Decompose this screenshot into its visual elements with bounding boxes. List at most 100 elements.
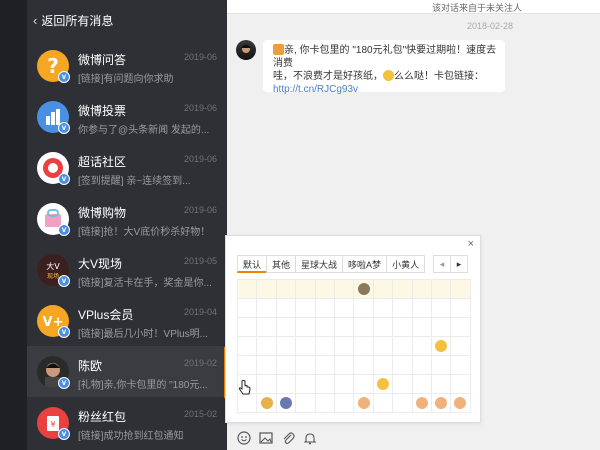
- emoji-cell[interactable]: [257, 318, 277, 337]
- emoji-cell[interactable]: [334, 318, 355, 337]
- sender-avatar[interactable]: [236, 40, 256, 60]
- emoji-cell[interactable]: [393, 394, 413, 413]
- emoji-cell[interactable]: [373, 394, 394, 413]
- emoji-cell[interactable]: [451, 375, 471, 394]
- emoji-cell[interactable]: [315, 356, 335, 375]
- emoji-cell[interactable]: [276, 375, 297, 394]
- tab-default[interactable]: 默认: [237, 255, 268, 273]
- emoji-cell[interactable]: [431, 356, 452, 375]
- list-item[interactable]: v 微博投票 2019-06 你参与了@头条新闻 发起的...: [27, 91, 227, 142]
- emoji-cell[interactable]: [393, 280, 413, 299]
- emoji-cell[interactable]: [393, 375, 413, 394]
- emoji-cell[interactable]: [451, 337, 471, 356]
- emoji-cell[interactable]: [393, 356, 413, 375]
- card-link[interactable]: http://t.cn/RJCg93v: [273, 84, 358, 95]
- emoji-cell[interactable]: [393, 337, 413, 356]
- next-page-button[interactable]: ▸: [450, 255, 468, 273]
- emoji-cell[interactable]: [354, 299, 374, 318]
- emoji-cell[interactable]: [412, 337, 432, 356]
- tab-star-wars[interactable]: 星球大战: [295, 255, 344, 273]
- emoji-cell[interactable]: [315, 280, 335, 299]
- emoji-cell[interactable]: [257, 356, 277, 375]
- emoji-cell[interactable]: [393, 299, 413, 318]
- emoji-cell[interactable]: [257, 375, 277, 394]
- emoji-cell[interactable]: [431, 280, 452, 299]
- emoji-cell[interactable]: [412, 280, 432, 299]
- emoji-cell[interactable]: [238, 318, 258, 337]
- emoji-cell[interactable]: [354, 356, 374, 375]
- tab-other[interactable]: 其他: [266, 255, 297, 273]
- emoji-cell[interactable]: [276, 280, 297, 299]
- list-item[interactable]: ¥ v 粉丝红包 2015-02 [链接]成功抢到红包通知: [27, 397, 227, 448]
- emoji-cell[interactable]: [354, 318, 374, 337]
- emoji-cell[interactable]: [334, 356, 355, 375]
- emoji-cell[interactable]: [257, 337, 277, 356]
- list-item[interactable]: v 陈欧 2019-02 [礼物]亲,你卡包里的 "180元...: [27, 346, 227, 397]
- emoji-cell[interactable]: [257, 299, 277, 318]
- emoji-cell[interactable]: [412, 394, 432, 413]
- emoji-cell[interactable]: [412, 299, 432, 318]
- emoji-cell[interactable]: [315, 394, 335, 413]
- close-icon[interactable]: ×: [468, 238, 474, 250]
- emoji-cell[interactable]: [334, 299, 355, 318]
- list-item[interactable]: V+ v VPlus会员 2019-04 [链接]最后几小时！VPlus明...: [27, 295, 227, 346]
- list-item[interactable]: v 微博购物 2019-06 [链接]抢！大V底价秒杀好物！: [27, 193, 227, 244]
- emoji-cell[interactable]: [412, 375, 432, 394]
- emoji-cell[interactable]: [451, 299, 471, 318]
- emoji-cell[interactable]: [334, 280, 355, 299]
- emoji-cell[interactable]: [238, 299, 258, 318]
- emoji-cell[interactable]: [296, 394, 316, 413]
- emoji-cell[interactable]: [315, 318, 335, 337]
- emoji-cell[interactable]: [238, 280, 258, 299]
- emoji-icon[interactable]: [234, 428, 254, 448]
- emoji-cell[interactable]: [334, 337, 355, 356]
- emoji-cell[interactable]: [238, 356, 258, 375]
- emoji-cell[interactable]: [238, 337, 258, 356]
- emoji-cell[interactable]: [296, 280, 316, 299]
- emoji-cell[interactable]: [373, 375, 394, 394]
- emoji-cell[interactable]: [431, 337, 452, 356]
- list-item[interactable]: 大V 现场 v 大V现场 2019-05 [链接]复活卡在手，奖金是你...: [27, 244, 227, 295]
- emoji-cell[interactable]: [257, 280, 277, 299]
- emoji-cell[interactable]: [373, 299, 394, 318]
- emoji-cell[interactable]: [431, 394, 452, 413]
- emoji-cell[interactable]: [373, 337, 394, 356]
- emoji-cell[interactable]: [354, 375, 374, 394]
- emoji-cell[interactable]: [431, 299, 452, 318]
- emoji-cell[interactable]: [354, 394, 374, 413]
- emoji-cell[interactable]: [334, 394, 355, 413]
- emoji-cell[interactable]: [451, 318, 471, 337]
- emoji-cell[interactable]: [412, 318, 432, 337]
- back-to-all-messages[interactable]: ‹ 返回所有消息: [27, 0, 227, 40]
- tab-minions[interactable]: 小黄人: [386, 255, 426, 273]
- tab-doraemon[interactable]: 哆啦A梦: [342, 255, 388, 273]
- emoji-cell[interactable]: [393, 318, 413, 337]
- emoji-cell[interactable]: [276, 356, 297, 375]
- emoji-cell[interactable]: [257, 394, 277, 413]
- emoji-cell[interactable]: [315, 375, 335, 394]
- emoji-cell[interactable]: [451, 394, 471, 413]
- emoji-cell[interactable]: [315, 337, 335, 356]
- emoji-cell[interactable]: [354, 280, 374, 299]
- emoji-cell[interactable]: [451, 280, 471, 299]
- emoji-cell[interactable]: [431, 318, 452, 337]
- emoji-cell[interactable]: [296, 375, 316, 394]
- list-item[interactable]: ? v 微博问答 2019-06 [链接]有问题向你求助: [27, 40, 227, 91]
- emoji-cell[interactable]: [373, 318, 394, 337]
- emoji-cell[interactable]: [373, 280, 394, 299]
- emoji-cell[interactable]: [276, 337, 297, 356]
- emoji-cell[interactable]: [276, 318, 297, 337]
- prev-page-button[interactable]: ◂: [433, 255, 451, 273]
- emoji-cell[interactable]: [296, 299, 316, 318]
- emoji-cell[interactable]: [296, 318, 316, 337]
- emoji-cell[interactable]: [296, 356, 316, 375]
- emoji-cell[interactable]: [373, 356, 394, 375]
- emoji-cell[interactable]: [276, 394, 297, 413]
- emoji-cell[interactable]: [276, 299, 297, 318]
- emoji-cell[interactable]: [334, 375, 355, 394]
- emoji-cell[interactable]: [451, 356, 471, 375]
- emoji-cell[interactable]: [412, 356, 432, 375]
- emoji-cell[interactable]: [315, 299, 335, 318]
- emoji-cell[interactable]: [431, 375, 452, 394]
- emoji-cell[interactable]: [354, 337, 374, 356]
